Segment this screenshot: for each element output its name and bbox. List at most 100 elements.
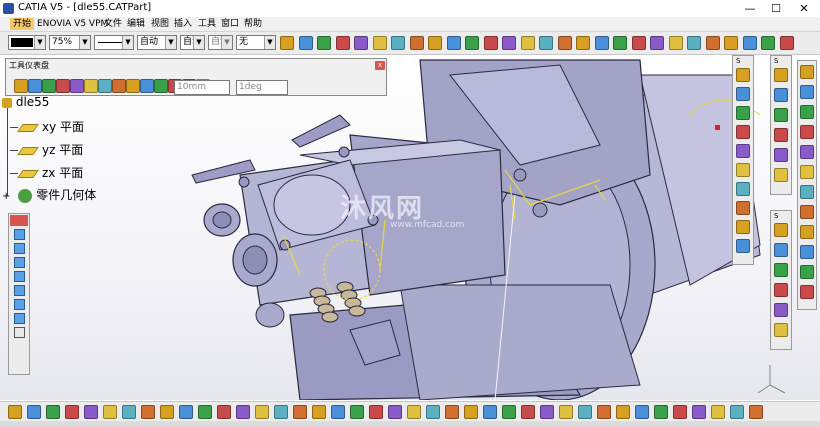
measure-icon[interactable] <box>724 36 738 50</box>
menu-enovia[interactable]: ENOVIA V5 VPM <box>34 18 111 30</box>
pad-icon[interactable] <box>736 144 750 158</box>
rotate-icon[interactable] <box>236 405 250 419</box>
surface-icon[interactable] <box>736 125 750 139</box>
tool-icon[interactable] <box>465 36 479 50</box>
paste-icon[interactable] <box>426 405 440 419</box>
tool-icon[interactable] <box>298 36 313 50</box>
tree-item-zx-plane[interactable]: zx 平面 <box>10 164 83 181</box>
layer-select[interactable]: 自动 ▼ <box>208 35 233 50</box>
tool-icon[interactable] <box>631 36 646 50</box>
open-folder-icon[interactable] <box>635 405 649 419</box>
axis-icon[interactable] <box>800 165 814 179</box>
maximize-button[interactable]: ☐ <box>762 1 790 16</box>
formula-icon[interactable] <box>502 405 516 419</box>
arc-icon[interactable] <box>774 283 788 297</box>
pattern-icon[interactable] <box>800 105 814 119</box>
undo-icon[interactable] <box>141 405 155 419</box>
undo-icon[interactable] <box>749 405 763 419</box>
expand-icon[interactable]: + <box>2 191 10 202</box>
help-icon[interactable] <box>687 36 701 50</box>
dimension-icon[interactable] <box>774 148 788 162</box>
line-icon[interactable] <box>736 87 750 101</box>
cube-icon[interactable] <box>13 243 25 254</box>
print-icon[interactable] <box>369 405 383 419</box>
surface-icon[interactable] <box>736 239 750 253</box>
cube-icon[interactable] <box>13 229 25 240</box>
render-icon[interactable] <box>597 405 611 419</box>
sketch-icon[interactable] <box>736 68 750 82</box>
point-icon[interactable] <box>761 36 775 50</box>
axis-icon[interactable] <box>800 85 814 99</box>
arc-icon[interactable] <box>774 223 788 237</box>
copy-icon[interactable] <box>407 405 421 419</box>
view-icon[interactable] <box>13 327 25 338</box>
menu-start[interactable]: 开始 <box>10 18 35 30</box>
transform-icon[interactable] <box>800 145 814 159</box>
brush-icon[interactable] <box>779 36 794 50</box>
plane-icon[interactable] <box>742 36 757 50</box>
boolean-icon[interactable] <box>800 205 814 219</box>
brush-icon[interactable] <box>613 36 627 50</box>
cube-icon[interactable] <box>13 299 25 310</box>
transform-icon[interactable] <box>800 65 814 79</box>
point-icon[interactable] <box>428 36 442 50</box>
cut-icon[interactable] <box>692 405 706 419</box>
help-icon[interactable] <box>179 405 193 419</box>
menu-file[interactable]: 文件 <box>101 18 125 30</box>
plane-icon[interactable] <box>409 36 424 50</box>
new-file-icon[interactable] <box>8 405 22 419</box>
save-icon[interactable] <box>46 405 60 419</box>
menu-insert[interactable]: 插入 <box>171 18 195 30</box>
minimize-button[interactable]: — <box>736 1 764 16</box>
edit-icon[interactable] <box>774 108 788 122</box>
view-icon[interactable] <box>274 405 288 419</box>
open-folder-icon[interactable] <box>331 405 345 419</box>
print-icon[interactable] <box>673 405 687 419</box>
dimension-icon[interactable] <box>774 88 788 102</box>
new-file-icon[interactable] <box>616 405 630 419</box>
copy-icon[interactable] <box>103 405 117 419</box>
axis-icon[interactable] <box>800 245 814 259</box>
help-icon[interactable] <box>354 36 368 50</box>
offset-icon[interactable] <box>774 323 788 337</box>
cube-icon[interactable] <box>13 257 25 268</box>
copy-icon[interactable] <box>711 405 725 419</box>
tree-item-part-body[interactable]: + 零件几何体 <box>2 186 96 203</box>
zoom-icon[interactable] <box>521 405 535 419</box>
none-select[interactable]: 无 ▼ <box>236 35 276 50</box>
pan-icon[interactable] <box>255 405 269 419</box>
cube-icon[interactable] <box>13 313 25 324</box>
font-select[interactable]: 自动 ▼ <box>180 35 205 50</box>
plus-icon[interactable] <box>84 79 98 93</box>
close-icon[interactable] <box>10 215 28 226</box>
pan-icon[interactable] <box>559 405 573 419</box>
menu-tools[interactable]: 工具 <box>195 18 219 30</box>
sketch-icon[interactable] <box>705 36 720 50</box>
view-icon[interactable] <box>578 405 592 419</box>
fly-icon[interactable] <box>502 36 516 50</box>
sketch-icon[interactable] <box>372 36 387 50</box>
render-icon[interactable] <box>293 405 307 419</box>
cube-icon[interactable] <box>13 285 25 296</box>
new-file-icon[interactable] <box>312 405 326 419</box>
linetype-select[interactable]: ▼ <box>94 35 134 50</box>
close-icon[interactable]: x <box>375 61 385 70</box>
save-icon[interactable] <box>654 405 668 419</box>
menu-window[interactable]: 窗口 <box>218 18 242 30</box>
formula-icon[interactable] <box>198 405 212 419</box>
curve-icon[interactable] <box>736 106 750 120</box>
constraint-icon[interactable] <box>56 79 70 93</box>
snap-icon[interactable] <box>154 79 168 93</box>
transform-icon[interactable] <box>800 225 814 239</box>
3d-viewport[interactable]: 沐风网 www.mfcad.com dle55 xy 平面 yz 平面 zx 平… <box>0 55 820 400</box>
view-icon[interactable] <box>483 36 498 50</box>
cut-icon[interactable] <box>84 405 98 419</box>
analysis-icon[interactable] <box>98 79 112 93</box>
transparency-select[interactable]: 75% ▼ <box>49 35 91 50</box>
point-icon[interactable] <box>594 36 609 50</box>
tool-icon[interactable] <box>126 79 140 93</box>
menu-help[interactable]: 帮助 <box>241 18 265 30</box>
paste-icon[interactable] <box>730 405 744 419</box>
offset-icon[interactable] <box>774 263 788 277</box>
undo-icon[interactable] <box>445 405 459 419</box>
